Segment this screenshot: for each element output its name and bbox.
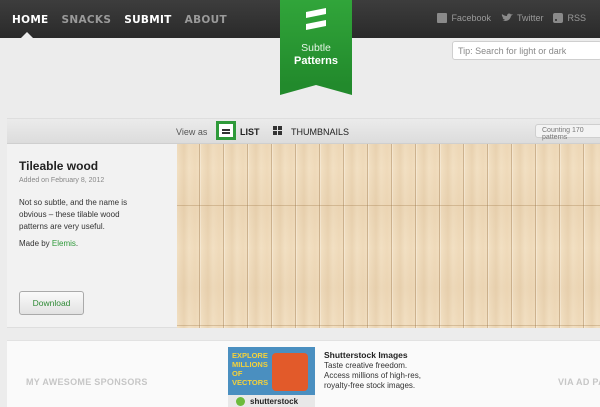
search-input[interactable]: Tip: Search for light or dark [452,41,600,60]
ad-brand-name: shutterstock [250,397,299,406]
pattern-author: Made by Elemis. [19,239,78,248]
sponsors-label: MY AWESOME SPONSORS [26,377,148,387]
list-icon-line [222,129,230,131]
site-logo[interactable]: Subtle Patterns [280,0,352,95]
view-as-label: View as [176,127,208,137]
thumbnails-view-label[interactable]: THUMBNAILS [291,127,349,137]
list-icon-line [222,132,230,134]
pattern-panel: View as LIST THUMBNAILS Counting 170 pat… [7,118,600,328]
nav-about[interactable]: ABOUT [185,14,227,26]
ad-brand-bar: shutterstock [228,395,315,407]
pattern-preview-wood [177,144,600,328]
facebook-icon: f [437,13,448,24]
logo-text-patterns: Patterns [293,55,339,67]
twitter-label: Twitter [516,13,544,23]
ad-line-3: royalty-free stock images. [324,381,416,390]
ad-image-text: EXPLORE MILLIONS OF VECTORS [232,351,269,387]
author-link[interactable]: Elemis [52,239,76,248]
ad-title[interactable]: Shutterstock Images [324,350,408,360]
ad-line-1: Taste creative freedom. [324,361,408,370]
thumbnails-icon[interactable] [273,126,283,136]
shutterstock-logo-icon [236,397,245,406]
download-button[interactable]: Download [19,291,84,315]
twitter-link[interactable]: Twitter [501,13,544,23]
sponsor-ad-image[interactable]: EXPLORE MILLIONS OF VECTORS shutterstock [228,347,315,407]
facebook-link[interactable]: f Facebook [437,13,491,24]
list-view-button[interactable] [216,121,236,140]
view-toolbar: View as LIST THUMBNAILS Counting 170 pat… [7,119,600,144]
logo-mark-icon [306,8,326,30]
rss-link[interactable]: RSS [553,13,586,23]
list-view-label[interactable]: LIST [240,127,260,137]
social-links: f Facebook Twitter RSS [427,13,586,24]
nav-home[interactable]: HOME [12,14,49,26]
sponsors-bar: MY AWESOME SPONSORS EXPLORE MILLIONS OF … [7,340,600,407]
via-ad-packs-label[interactable]: VIA AD PACKS [558,377,600,387]
pattern-title: Tileable wood [19,159,99,173]
ad-line-2: Access millions of high-res, [324,371,421,380]
rss-icon [553,13,564,23]
active-nav-indicator [21,32,33,38]
ad-illustration [272,353,308,391]
pattern-description: Not so subtle, and the name is obvious –… [19,198,128,231]
made-by-suffix: . [75,239,79,248]
facebook-label: Facebook [451,13,491,23]
twitter-icon [501,13,513,21]
logo-text-subtle: Subtle [301,42,331,54]
main-nav: HOME SNACKS SUBMIT ABOUT [12,14,240,26]
pattern-count-badge: Counting 170 patterns [535,124,600,141]
nav-submit[interactable]: SUBMIT [124,14,171,26]
rss-label: RSS [567,13,586,23]
made-by-prefix: Made by [19,239,52,248]
pattern-added-date: Added on February 8, 2012 [19,177,105,184]
nav-snacks[interactable]: SNACKS [62,14,112,26]
